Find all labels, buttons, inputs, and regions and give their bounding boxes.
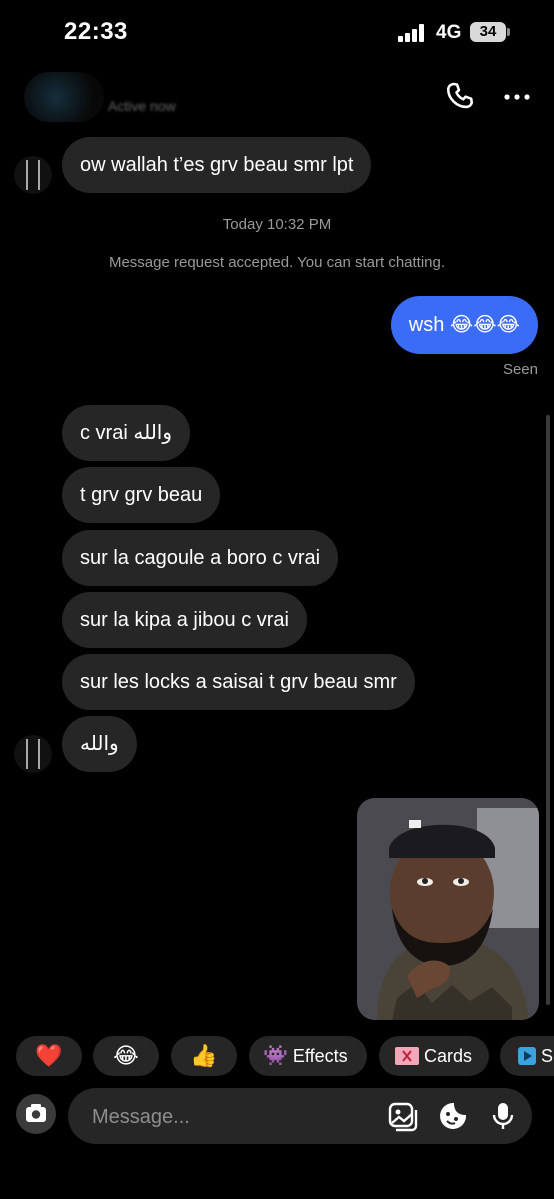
quick-heart-button[interactable]: ❤️ <box>16 1036 82 1076</box>
system-note: Message request accepted. You can start … <box>108 254 446 271</box>
sender-avatar[interactable] <box>14 156 52 194</box>
message-timestamp: Today 10:32 PM <box>222 216 332 233</box>
more-quick-action-button[interactable]: S <box>500 1036 554 1076</box>
heart-icon: ❤️ <box>35 1043 63 1068</box>
cards-button[interactable]: Cards <box>379 1036 489 1076</box>
effects-icon: 👾 <box>263 1045 288 1067</box>
sticker-icon[interactable] <box>438 1101 468 1131</box>
seen-receipt: Seen <box>502 361 538 378</box>
effects-label: Effects <box>292 1046 348 1066</box>
laugh-emoji-icon: 😂 <box>113 1043 139 1068</box>
cards-label: Cards <box>424 1046 473 1066</box>
message-bubble-outgoing[interactable]: wsh 😂😂😂 <box>390 296 538 354</box>
message-bubble-incoming[interactable]: t grv grv beau <box>62 467 221 523</box>
more-quick-action-label: S <box>541 1046 554 1066</box>
thumbs-up-icon: 👍 <box>190 1043 218 1068</box>
battery-indicator: 34 <box>470 22 506 42</box>
message-bubble-incoming[interactable]: c vrai والله <box>62 405 190 461</box>
battery-tip <box>507 28 510 36</box>
shared-video-thumbnail[interactable] <box>357 798 539 1020</box>
status-time: 22:33 <box>64 18 128 45</box>
phone-icon[interactable] <box>444 80 478 114</box>
message-bubble-incoming[interactable]: sur les locks a saisai t grv beau smr <box>62 654 415 710</box>
active-status: Active now <box>108 98 176 114</box>
scrollbar[interactable] <box>546 415 550 1005</box>
cellular-signal-icon <box>398 24 428 42</box>
message-input[interactable] <box>90 1088 374 1146</box>
microphone-icon[interactable] <box>488 1101 518 1131</box>
message-bubble-incoming[interactable]: والله <box>62 716 137 772</box>
sender-avatar[interactable] <box>14 735 52 773</box>
play-tile-icon <box>518 1047 536 1065</box>
contact-avatar-blurred[interactable] <box>24 72 104 122</box>
message-bubble-incoming[interactable]: sur la kipa a jibou c vrai <box>62 592 307 648</box>
effects-button[interactable]: 👾 Effects <box>249 1036 367 1076</box>
camera-button[interactable] <box>16 1094 56 1134</box>
video-person-image <box>357 798 539 1020</box>
quick-thumbs-up-button[interactable]: 👍 <box>171 1036 237 1076</box>
quick-laugh-button[interactable]: 😂 <box>93 1036 159 1076</box>
network-type: 4G <box>436 22 462 43</box>
gallery-icon[interactable] <box>388 1102 418 1132</box>
camera-icon <box>26 1104 46 1122</box>
message-bubble-incoming[interactable]: ow wallah t’es grv beau smr lpt <box>62 137 372 193</box>
more-options-icon[interactable] <box>500 80 534 114</box>
message-composer[interactable] <box>68 1088 532 1146</box>
gift-card-icon <box>395 1047 419 1065</box>
message-bubble-incoming[interactable]: sur la cagoule a boro c vrai <box>62 530 339 586</box>
